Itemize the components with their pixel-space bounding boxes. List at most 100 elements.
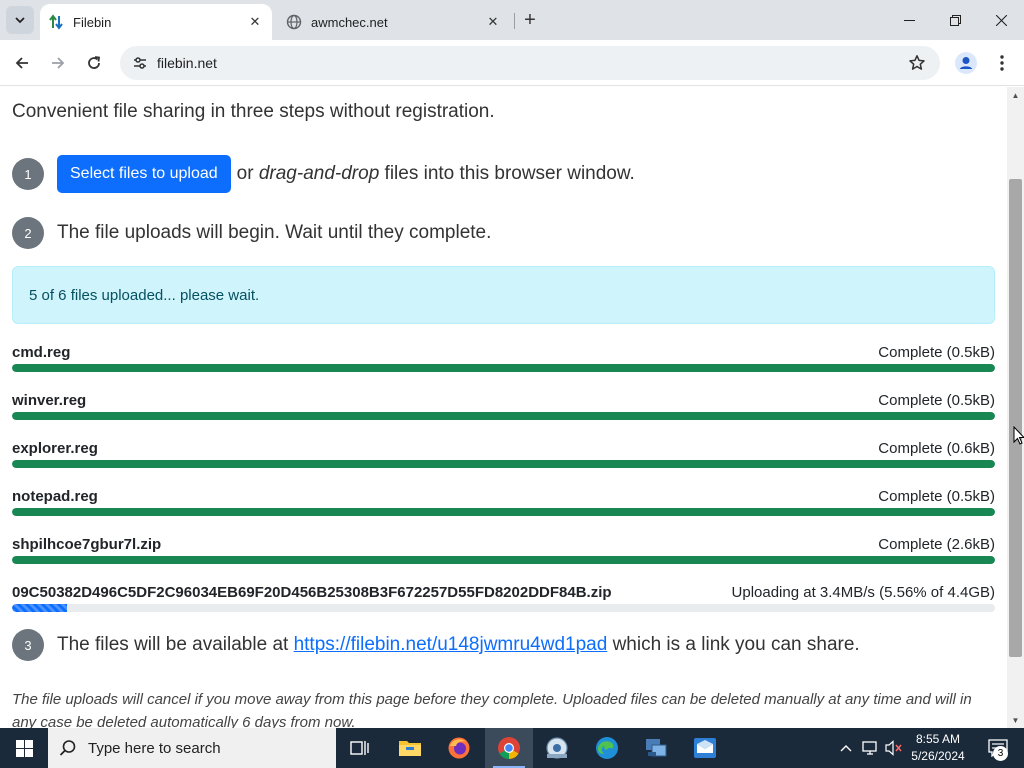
scroll-thumb[interactable] <box>1009 179 1022 657</box>
tab-awmchec[interactable]: awmchec.net ✕ <box>278 4 510 40</box>
close-tab-icon[interactable]: ✕ <box>482 11 504 33</box>
file-status: Uploading at 3.4MB/s (5.56% of 4.4GB) <box>731 584 995 601</box>
file-name: explorer.reg <box>12 440 98 457</box>
control-panel-icon <box>546 737 568 759</box>
progress-track <box>12 556 995 564</box>
close-tab-icon[interactable]: ✕ <box>244 11 266 33</box>
progress-bar <box>12 604 67 612</box>
reload-icon <box>88 56 101 69</box>
taskbar-file-explorer[interactable] <box>386 728 434 768</box>
tab-title: awmchec.net <box>311 14 388 30</box>
clock-time: 8:55 AM <box>915 732 961 746</box>
file-status: Complete (0.6kB) <box>878 440 995 457</box>
step-3-text-pre: The files will be available at <box>57 634 289 655</box>
file-row-uploading: 09C50382D496C5DF2C96034EB69F20D456B25308… <box>12 584 995 614</box>
site-settings-icon[interactable] <box>128 51 152 75</box>
file-status: Complete (0.5kB) <box>878 392 995 409</box>
windows-taskbar: Type here to search 8:55 AM 5/26/2024 3 <box>0 728 1024 768</box>
share-link[interactable]: https://filebin.net/u148jwmru4wd1pad <box>294 634 608 656</box>
task-view-icon <box>350 741 369 755</box>
clock-date: 5/26/2024 <box>911 749 965 763</box>
file-name: 09C50382D496C5DF2C96034EB69F20D456B25308… <box>12 584 612 601</box>
chevron-up-icon <box>840 745 852 752</box>
step-1-text-pre: or <box>236 163 254 184</box>
taskbar-app-mail[interactable] <box>681 728 729 768</box>
start-button[interactable] <box>0 728 48 768</box>
step-number-badge: 3 <box>12 629 44 661</box>
new-tab-button[interactable]: + <box>518 8 542 32</box>
tab-separator <box>514 13 515 29</box>
tab-filebin[interactable]: Filebin ✕ <box>40 4 272 40</box>
system-clock[interactable]: 8:55 AM 5/26/2024 <box>902 731 974 765</box>
taskbar-app-network[interactable] <box>632 728 680 768</box>
search-placeholder: Type here to search <box>88 739 221 757</box>
upload-status-alert: 5 of 6 files uploaded... please wait. <box>12 266 995 324</box>
file-row: winver.reg Complete (0.5kB) <box>12 392 995 422</box>
address-bar[interactable]: filebin.net <box>120 46 940 80</box>
taskbar-firefox[interactable] <box>435 728 483 768</box>
step-1: 1 Select files to upload or drag-and-dro… <box>12 155 635 193</box>
reload-button[interactable] <box>80 49 108 77</box>
file-status: Complete (0.5kB) <box>878 344 995 361</box>
volume-muted-icon <box>885 740 902 756</box>
file-row: notepad.reg Complete (0.5kB) <box>12 488 995 518</box>
taskbar-search-box[interactable]: Type here to search <box>48 728 336 768</box>
show-hidden-icons-button[interactable] <box>836 728 856 768</box>
file-name: notepad.reg <box>12 488 98 505</box>
taskbar-app-settings[interactable] <box>533 728 581 768</box>
volume-tray-button[interactable] <box>884 728 904 768</box>
taskbar-edge[interactable] <box>583 728 631 768</box>
edge-icon <box>596 737 618 759</box>
scroll-down-arrow-icon[interactable]: ▼ <box>1007 712 1024 728</box>
progress-bar <box>12 508 995 516</box>
page-content: Convenient file sharing in three steps w… <box>0 87 1007 728</box>
browser-tabstrip: Filebin ✕ awmchec.net ✕ + <box>0 0 1024 40</box>
windows-logo-icon <box>15 739 33 757</box>
cancel-note: The file uploads will cancel if you move… <box>12 691 972 728</box>
file-name: winver.reg <box>12 392 87 409</box>
profile-button[interactable] <box>952 49 980 77</box>
close-window-button[interactable] <box>978 0 1024 40</box>
progress-bar <box>12 556 995 564</box>
forward-arrow-icon <box>52 57 65 69</box>
select-files-button[interactable]: Select files to upload <box>57 155 231 193</box>
step-1-text-em: drag-and-drop <box>258 163 380 184</box>
restore-button[interactable] <box>932 0 978 40</box>
progress-bar <box>12 460 995 468</box>
close-icon <box>995 14 1007 26</box>
notifications-button[interactable]: 3 <box>978 728 1018 768</box>
file-explorer-icon <box>399 741 421 756</box>
file-row: explorer.reg Complete (0.6kB) <box>12 440 995 470</box>
page-scrollbar[interactable]: ▲ ▼ <box>1007 87 1024 728</box>
tab-title: Filebin <box>73 14 112 30</box>
step-2: 2 The file uploads will begin. Wait unti… <box>12 217 491 249</box>
search-icon <box>48 739 88 757</box>
step-number-badge: 2 <box>12 217 44 249</box>
back-button[interactable] <box>8 49 36 77</box>
progress-track <box>12 412 995 420</box>
mail-app-icon <box>694 738 716 758</box>
progress-bar <box>12 412 995 420</box>
firefox-icon <box>448 737 470 759</box>
task-view-button[interactable] <box>336 728 384 768</box>
back-arrow-icon <box>15 57 28 69</box>
notification-count-badge: 3 <box>993 746 1008 761</box>
screen: Filebin ✕ awmchec.net ✕ + filebin.net Co… <box>0 0 1024 768</box>
taskbar-chrome[interactable] <box>485 728 533 768</box>
step-1-text-post: files into this browser window. <box>384 163 635 184</box>
step-3-text-post: which is a link you can share. <box>612 634 860 655</box>
mouse-cursor-icon <box>1013 426 1024 445</box>
minimize-button[interactable] <box>886 0 932 40</box>
network-app-icon <box>646 739 667 757</box>
scroll-up-arrow-icon[interactable]: ▲ <box>1007 87 1024 103</box>
tab-search-button[interactable] <box>6 6 34 34</box>
url-text[interactable]: filebin.net <box>157 55 217 71</box>
file-row: shpilhcoe7gbur7l.zip Complete (2.6kB) <box>12 536 995 566</box>
chevron-down-icon <box>15 17 25 24</box>
menu-button[interactable] <box>988 49 1016 77</box>
network-tray-button[interactable] <box>860 728 882 768</box>
step-2-text: The file uploads will begin. Wait until … <box>57 222 492 243</box>
bookmark-star-icon[interactable] <box>906 52 928 74</box>
forward-button[interactable] <box>44 49 72 77</box>
progress-track <box>12 508 995 516</box>
